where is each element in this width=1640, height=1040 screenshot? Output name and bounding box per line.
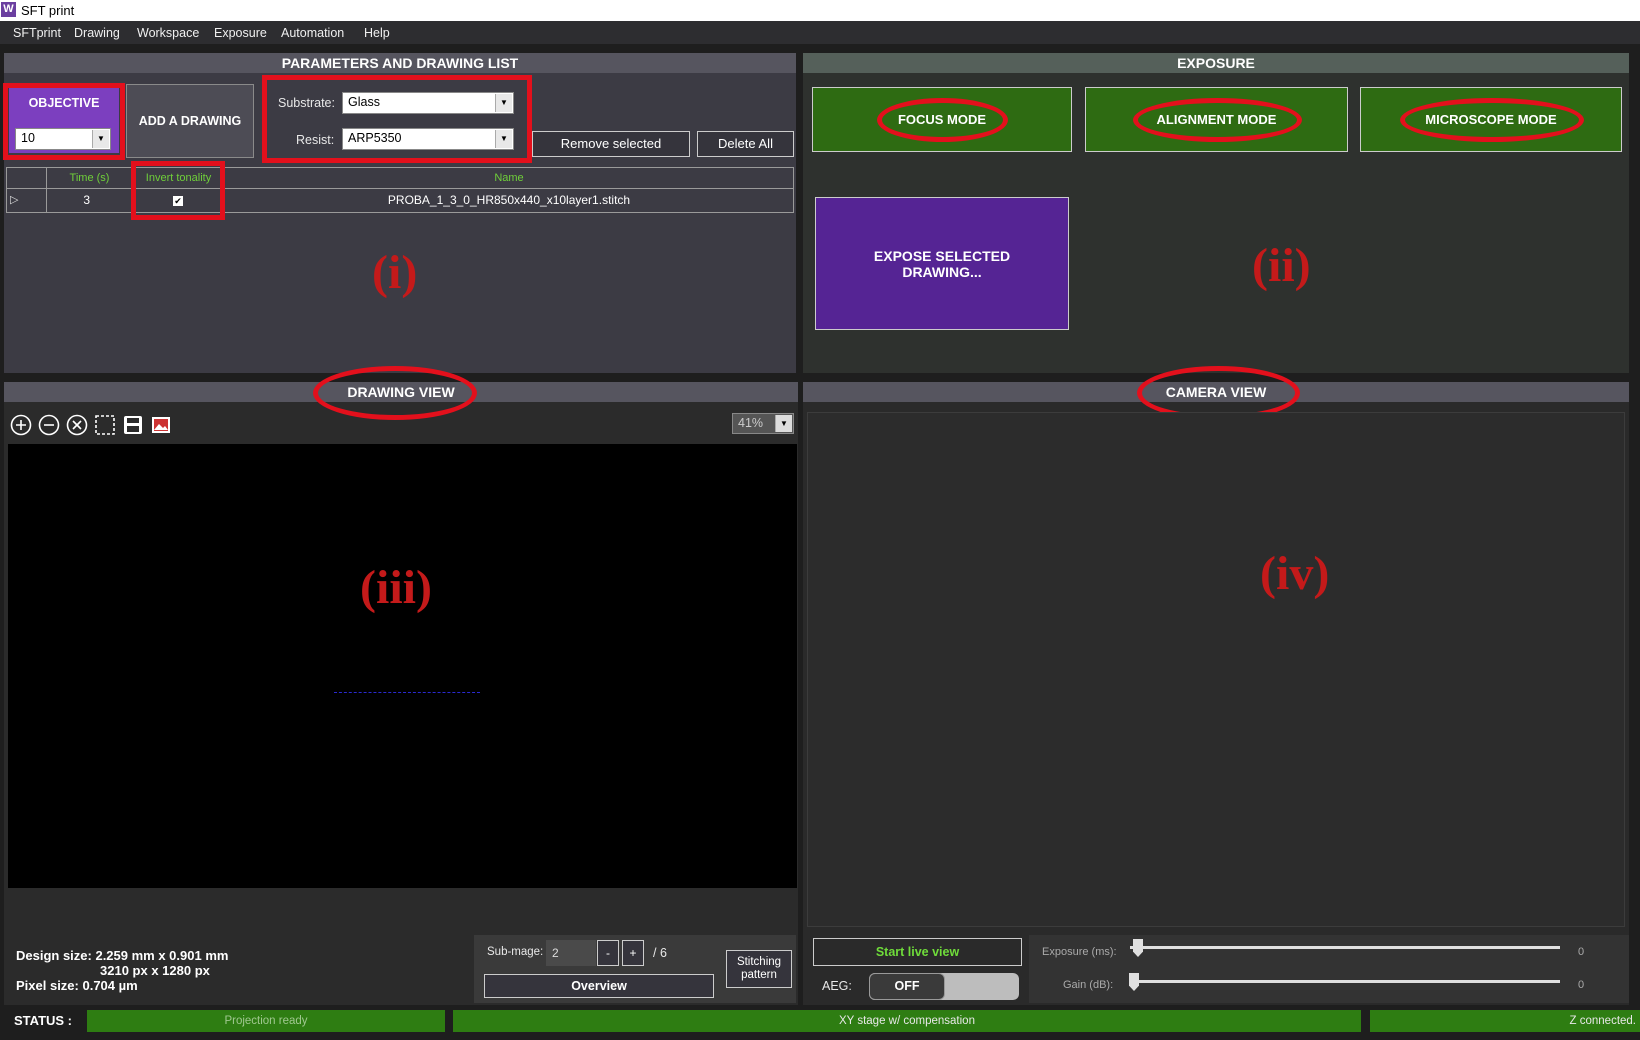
annotation-marker-ii: (ii) — [1252, 239, 1311, 292]
zoom-out-icon[interactable] — [38, 414, 60, 436]
add-drawing-button[interactable]: ADD A DRAWING — [126, 84, 254, 158]
zoom-value: 41% — [738, 416, 764, 430]
menu-help[interactable]: Help — [364, 26, 390, 40]
menu-bar: SFTprint Drawing Workspace Exposure Auto… — [0, 21, 1640, 44]
overview-button[interactable]: Overview — [484, 974, 714, 998]
drawing-canvas[interactable] — [8, 444, 797, 888]
zoom-fit-icon[interactable] — [66, 414, 88, 436]
design-size-text: Design size: 2.259 mm x 0.901 mm — [16, 948, 229, 963]
annotation-ellipse-drawing-view — [313, 366, 477, 420]
export-image-icon[interactable] — [150, 414, 172, 436]
menu-workspace[interactable]: Workspace — [137, 26, 199, 40]
table-header-row: Time (s) Invert tonality Name — [7, 168, 793, 189]
window-titlebar: W SFT print — [0, 0, 1640, 21]
pixel-size-text: Pixel size: 0.704 µm — [16, 978, 138, 993]
zoom-select[interactable]: 41% ▼ — [732, 413, 794, 434]
exposure-slider-track[interactable] — [1130, 946, 1560, 949]
status-projection: Projection ready — [87, 1010, 445, 1032]
row-selector-icon[interactable]: ▷ — [7, 189, 47, 212]
menu-exposure[interactable]: Exposure — [214, 26, 267, 40]
gain-db-label: Gain (dB): — [1063, 979, 1114, 991]
annotation-ellipse-alignment — [1133, 98, 1302, 142]
stitching-pattern-button[interactable]: Stitching pattern — [726, 950, 792, 988]
column-header-time[interactable]: Time (s) — [47, 168, 133, 189]
exposure-value: 0 — [1578, 946, 1585, 958]
table-row[interactable]: ▷ 3 ✔ PROBA_1_3_0_HR850x440_x10layer1.st… — [7, 189, 793, 212]
camera-canvas[interactable] — [807, 412, 1625, 927]
parameters-header: PARAMETERS AND DRAWING LIST — [4, 53, 796, 73]
row-header-cell — [7, 168, 47, 189]
aeg-toggle[interactable]: OFF — [869, 973, 1019, 1000]
status-z: Z connected. — [1370, 1010, 1640, 1032]
remove-selected-button[interactable]: Remove selected — [532, 131, 690, 157]
menu-automation[interactable]: Automation — [281, 26, 344, 40]
expose-selected-drawing-button[interactable]: EXPOSE SELECTED DRAWING... — [815, 197, 1069, 330]
annotation-box-substrate — [262, 75, 532, 163]
start-live-view-button[interactable]: Start live view — [813, 938, 1022, 966]
time-cell[interactable]: 3 — [47, 189, 133, 212]
drawing-list-table: Time (s) Invert tonality Name ▷ 3 ✔ PROB… — [6, 167, 794, 213]
column-header-name[interactable]: Name — [225, 168, 793, 189]
annotation-ellipse-microscope — [1400, 98, 1584, 142]
annotation-ellipse-focus — [877, 98, 1008, 142]
zoom-in-icon[interactable] — [10, 414, 32, 436]
select-region-icon[interactable] — [94, 414, 116, 436]
annotation-marker-iv: (iv) — [1260, 547, 1330, 600]
app-logo-icon: W — [1, 2, 16, 17]
design-size-px-text: 3210 px x 1280 px — [100, 963, 210, 978]
menu-sftprint[interactable]: SFTprint — [13, 26, 61, 40]
menu-drawing[interactable]: Drawing — [74, 26, 120, 40]
aeg-label: AEG: — [822, 979, 852, 993]
annotation-box-objective — [3, 83, 125, 160]
drawing-preview-pattern — [334, 692, 480, 693]
status-xy-stage: XY stage w/ compensation — [453, 1010, 1361, 1032]
save-icon[interactable] — [122, 414, 144, 436]
subimage-total: / 6 — [653, 946, 667, 960]
gain-value: 0 — [1578, 979, 1585, 991]
chevron-down-icon: ▼ — [775, 415, 792, 432]
aeg-toggle-state: OFF — [869, 973, 945, 1000]
window-title: SFT print — [21, 3, 75, 18]
exposure-header: EXPOSURE — [803, 53, 1629, 73]
exposure-ms-label: Exposure (ms): — [1042, 946, 1117, 958]
annotation-marker-iii: (iii) — [360, 561, 432, 614]
drawing-name-cell[interactable]: PROBA_1_3_0_HR850x440_x10layer1.stitch — [225, 189, 793, 212]
subimage-decrement-button[interactable]: - — [597, 940, 619, 966]
subimage-input[interactable]: 2 — [546, 940, 596, 966]
annotation-box-invert — [131, 161, 225, 220]
subimage-label: Sub-mage: — [487, 946, 544, 958]
annotation-marker-i: (i) — [372, 246, 418, 299]
delete-all-button[interactable]: Delete All — [697, 131, 794, 157]
gain-slider-track[interactable] — [1130, 980, 1560, 983]
subimage-increment-button[interactable]: + — [622, 940, 644, 966]
status-label: STATUS : — [14, 1013, 73, 1028]
